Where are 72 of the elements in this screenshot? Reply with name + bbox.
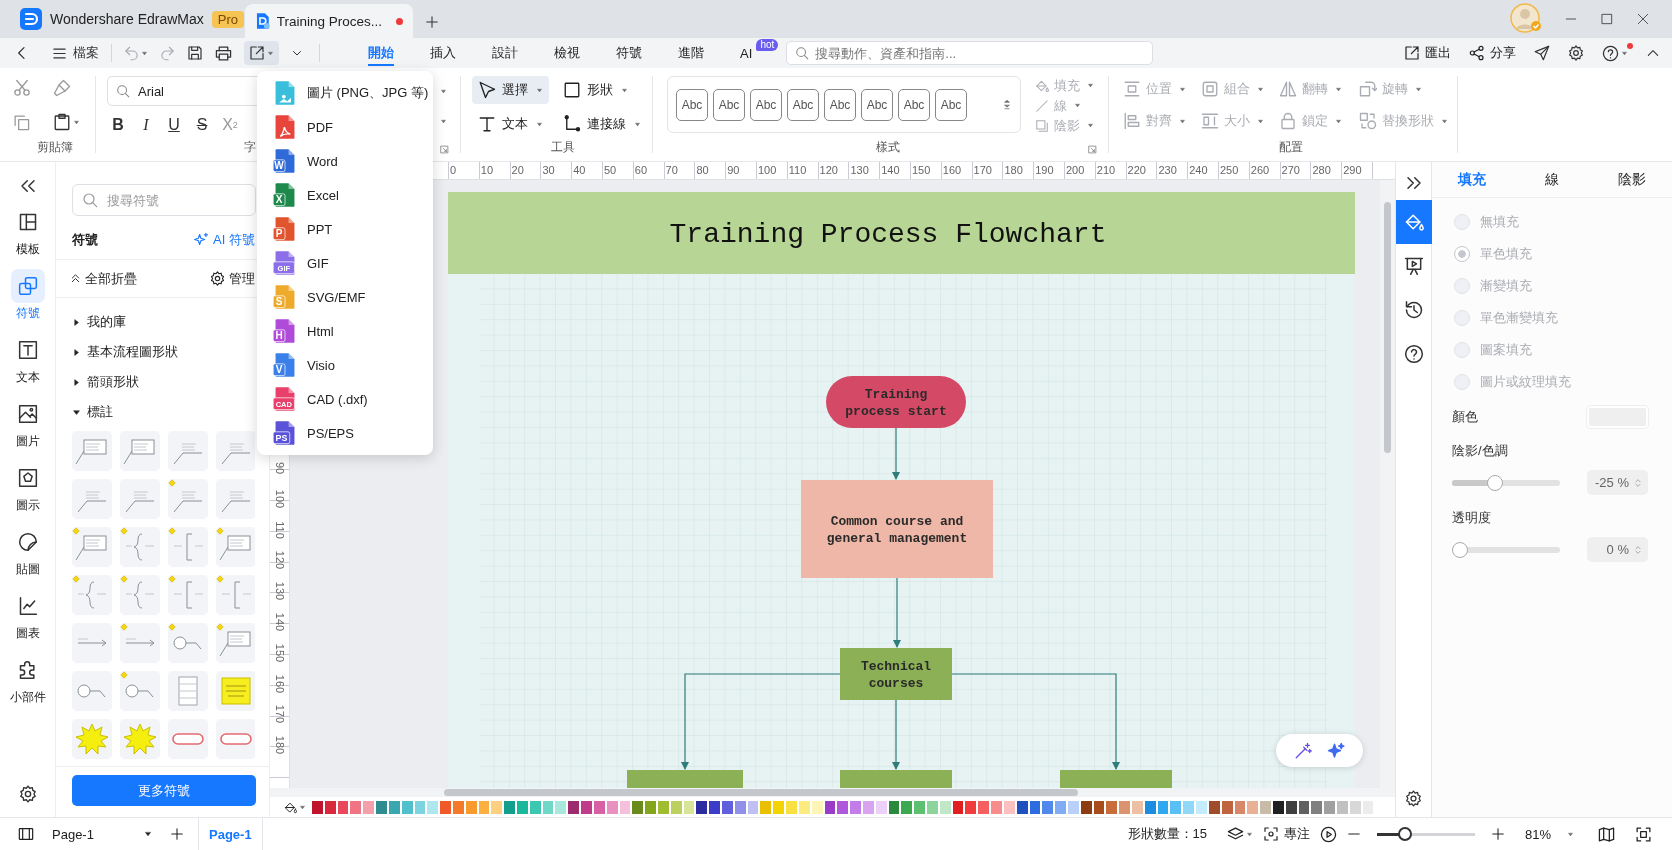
ruler-label: 140 [881, 164, 900, 176]
ruler-label: 10 [480, 164, 494, 176]
ruler-label: 80 [696, 164, 709, 176]
ruler-label: 50 [604, 164, 617, 176]
ruler-label: 160 [942, 164, 962, 176]
group-label: 剪貼簿 [36, 139, 73, 156]
ruler-label: 260 [1250, 164, 1270, 176]
ruler-label: 150 [274, 642, 286, 664]
option-label: 單色填充 [1480, 245, 1532, 263]
group-label: 字 [244, 139, 256, 156]
ruler-label: 210 [1096, 164, 1116, 176]
ruler-label: 140 [274, 611, 286, 634]
app-name: Wondershare EdrawMax [50, 11, 204, 27]
plan-badge: Pro [211, 10, 245, 28]
ruler-label: 230 [1158, 164, 1177, 176]
file-type-icon: S [273, 284, 297, 310]
option-label: 圖案填充 [1480, 341, 1532, 359]
ruler-label: 180 [1004, 164, 1023, 176]
ruler-label: 170 [274, 704, 286, 726]
group-label: 工具 [550, 139, 575, 156]
file-type-icon: W [273, 148, 297, 174]
ruler-label: 250 [1220, 164, 1239, 176]
file-type-icon: PS [273, 420, 297, 446]
ruler-label: 280 [1312, 164, 1331, 176]
ruler-label: 290 [1343, 164, 1362, 176]
field-label: 陰影/色調 [1452, 442, 1508, 460]
field-label: 顏色 [1452, 408, 1478, 426]
ruler-label: 90 [727, 164, 740, 176]
file-type-icon: X [273, 182, 297, 208]
ruler-label: 40 [573, 164, 586, 176]
ruler-label: 90 [274, 460, 286, 477]
option-label: 無填充 [1480, 213, 1519, 231]
ruler-label: 200 [1066, 164, 1085, 176]
ruler-label: 120 [819, 164, 838, 176]
hot-badge: hot [756, 39, 779, 51]
option-label: 單色漸變填充 [1480, 309, 1558, 327]
ruler-label: 150 [912, 164, 931, 176]
file-type-icon: H [273, 318, 297, 344]
process-node: Common course and general management [801, 480, 993, 578]
ruler-label: 100 [758, 164, 777, 176]
ruler-label: 70 [665, 164, 678, 176]
option-label: 圖片或紋理填充 [1480, 373, 1571, 391]
ruler-label: 120 [274, 550, 286, 572]
file-type-icon: GIF [273, 250, 297, 276]
ruler-label: 170 [973, 164, 992, 176]
group-label: 配置 [1278, 139, 1303, 156]
option-label: 漸變填充 [1480, 277, 1532, 295]
ruler-label: 190 [1035, 164, 1054, 176]
ruler-label: 270 [1281, 164, 1300, 176]
ruler-label: 220 [1127, 164, 1146, 176]
file-type-icon: P [273, 216, 297, 242]
field-label: 透明度 [1452, 509, 1491, 527]
panel-title: 符號 [72, 230, 98, 249]
ruler-label: 20 [511, 164, 524, 176]
ruler-label: 130 [274, 581, 286, 603]
ruler-label: 60 [634, 164, 648, 176]
ruler-label: 110 [788, 164, 807, 176]
ruler-label: 180 [274, 735, 286, 757]
ruler-label: 30 [542, 164, 555, 176]
file-type-icon: V [273, 352, 297, 378]
ruler-label: 160 [274, 673, 286, 695]
group-label: 樣式 [876, 139, 900, 156]
diagram-title: Training Process Flowchart [669, 219, 1107, 250]
ruler-label: 0 [450, 164, 457, 176]
ruler-label: 130 [850, 164, 869, 176]
ruler-label: 240 [1189, 164, 1208, 176]
terminator-node: Training process start [826, 376, 966, 428]
ruler-label: 110 [274, 519, 286, 541]
ruler-label: 100 [274, 488, 286, 510]
process-node: Technical courses [840, 648, 952, 700]
shape-count: 形狀數量：15 [1127, 825, 1207, 843]
file-type-icon: CAD [273, 386, 297, 412]
